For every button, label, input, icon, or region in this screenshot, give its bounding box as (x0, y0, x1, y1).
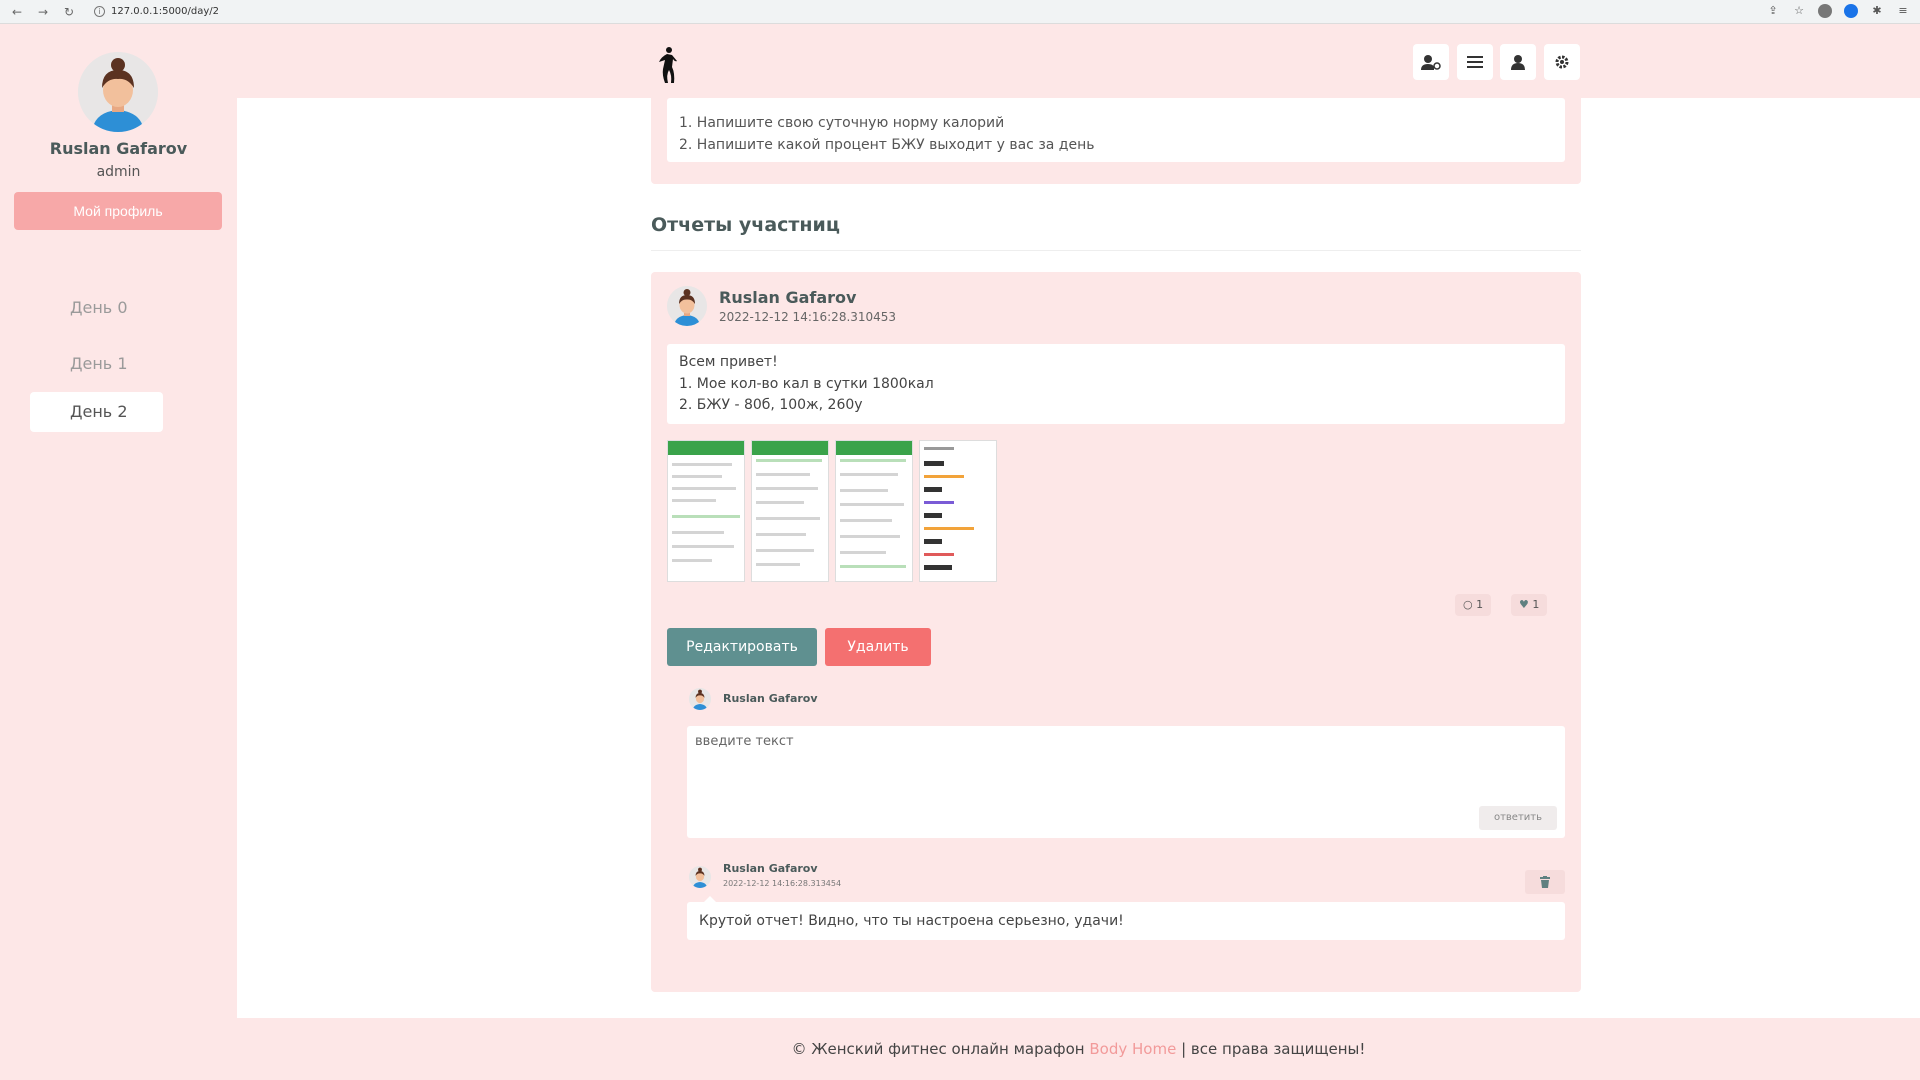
user-icon (1511, 55, 1525, 70)
comment-icon: ○ (1463, 598, 1473, 611)
extension-icon[interactable] (1818, 4, 1832, 18)
comment-date: 2022-12-12 14:16:28.313454 (723, 879, 842, 888)
comment-text: Крутой отчет! Видно, что ты настроена се… (687, 902, 1565, 940)
comments-count[interactable]: ○ 1 (1455, 594, 1492, 616)
footer: © Женский фитнес онлайн марафон Body Hom… (237, 1018, 1920, 1080)
sidebar: Ruslan Gafarov admin Мой профиль День 0 … (0, 24, 237, 1080)
post-image[interactable] (667, 440, 745, 582)
settings-button[interactable] (1544, 44, 1580, 80)
back-icon[interactable]: ← (10, 5, 24, 19)
post-images (667, 440, 997, 582)
menu-button[interactable] (1457, 44, 1493, 80)
forward-icon[interactable]: → (36, 5, 50, 19)
comment-author: Ruslan Gafarov (723, 862, 818, 875)
trash-icon (1540, 876, 1550, 888)
user-cog-icon (1421, 55, 1441, 70)
avatar (667, 286, 707, 326)
sidebar-item-day-0[interactable]: День 0 (30, 288, 163, 328)
reading-list-icon[interactable]: ≡ (1896, 4, 1910, 18)
info-icon[interactable]: i (94, 6, 105, 17)
post-date: 2022-12-12 14:16:28.310453 (719, 310, 897, 324)
reload-icon[interactable]: ↻ (62, 5, 76, 19)
browser-toolbar: ← → ↻ i 127.0.0.1:5000/day/2 ⇪ ☆ ✱ ≡ (0, 0, 1920, 24)
heart-icon: ♥ (1519, 598, 1529, 611)
post-body: Всем привет! 1. Мое кол-во кал в сутки 1… (667, 344, 1565, 424)
top-header (237, 24, 1920, 98)
delete-button[interactable]: Удалить (825, 628, 931, 666)
profile-name: Ruslan Gafarov (49, 139, 188, 158)
footer-copyright: © Женский фитнес онлайн марафон (791, 1040, 1085, 1058)
star-icon[interactable]: ☆ (1792, 4, 1806, 18)
task-card: 1. Напишите свою суточную норму калорий … (651, 98, 1581, 184)
avatar (689, 866, 711, 888)
reply-author: Ruslan Gafarov (723, 692, 818, 705)
users-settings-button[interactable] (1413, 44, 1449, 80)
post-image[interactable] (751, 440, 829, 582)
share-icon[interactable]: ⇪ (1766, 4, 1780, 18)
profile-button[interactable] (1500, 44, 1536, 80)
extension-icon[interactable] (1844, 4, 1858, 18)
profile-role: admin (96, 164, 141, 180)
post-author[interactable]: Ruslan Gafarov (719, 288, 856, 307)
likes-count[interactable]: ♥ 1 (1511, 594, 1548, 616)
task-text: 1. Напишите свою суточную норму калорий … (667, 98, 1565, 162)
edit-button[interactable]: Редактировать (667, 628, 817, 666)
main-content: 1. Напишите свою суточную норму калорий … (237, 98, 1920, 1018)
puzzle-icon[interactable]: ✱ (1870, 4, 1884, 18)
footer-rights: | все права защищены! (1181, 1040, 1366, 1058)
report-card: Ruslan Gafarov 2022-12-12 14:16:28.31045… (651, 272, 1581, 992)
post-image[interactable] (919, 440, 997, 582)
avatar (78, 52, 158, 132)
reply-submit-button[interactable]: ответить (1479, 806, 1557, 830)
address-bar[interactable]: i 127.0.0.1:5000/day/2 (94, 6, 219, 17)
section-title: Отчеты участниц (651, 214, 840, 236)
divider (651, 250, 1581, 251)
delete-comment-button[interactable] (1525, 870, 1565, 894)
logo[interactable] (655, 45, 679, 85)
sidebar-item-day-2[interactable]: День 2 (30, 392, 163, 432)
avatar (689, 688, 711, 710)
sidebar-item-day-1[interactable]: День 1 (30, 344, 163, 384)
footer-brand-link[interactable]: Body Home (1089, 1040, 1176, 1058)
reply-placeholder: введите текст (695, 734, 794, 749)
reply-input[interactable]: введите текст ответить (687, 726, 1565, 838)
menu-icon (1467, 56, 1483, 68)
url-text: 127.0.0.1:5000/day/2 (111, 6, 220, 17)
my-profile-button[interactable]: Мой профиль (14, 192, 222, 230)
gear-icon (1555, 55, 1569, 69)
post-image[interactable] (835, 440, 913, 582)
